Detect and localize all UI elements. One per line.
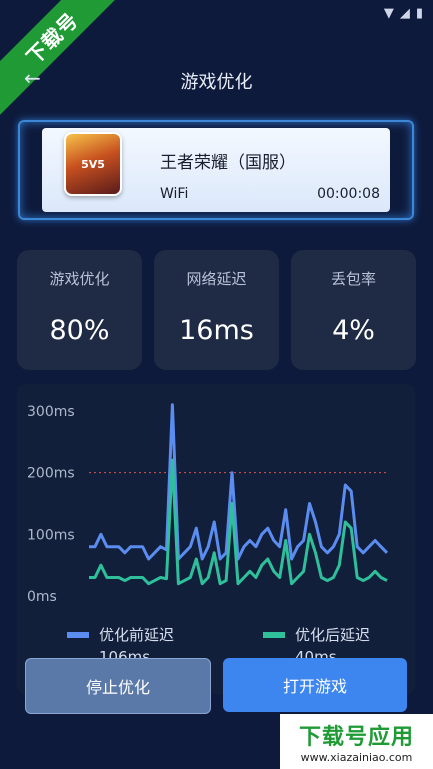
stat-label: 游戏优化: [49, 270, 110, 288]
y-tick-label: 0ms: [27, 589, 57, 605]
stat-value: 4%: [332, 315, 375, 346]
stat-value: 16ms: [179, 315, 254, 346]
signal-icon: ◢: [399, 6, 410, 21]
y-tick-label: 200ms: [27, 466, 75, 482]
y-tick-label: 300ms: [27, 404, 75, 420]
stat-value: 80%: [49, 315, 110, 346]
header: ← 游戏优化: [0, 60, 433, 100]
stop-optimization-button[interactable]: 停止优化: [25, 658, 211, 714]
game-card-inner: 5V5 王者荣耀（国服） WiFi 00:00:08: [42, 128, 390, 212]
battery-icon: ▮: [415, 6, 423, 21]
status-icons: ▼ ◢ ▮: [384, 6, 423, 21]
latency-chart: 300ms 200ms 100ms 0ms: [27, 403, 389, 605]
y-tick-label: 100ms: [27, 527, 75, 543]
watermark-logo-url: www.xiazainiao.com: [300, 751, 413, 764]
elapsed-timer: 00:00:08: [317, 186, 380, 202]
page-title: 游戏优化: [180, 72, 253, 93]
legend-label-after: 优化后延迟: [295, 626, 371, 644]
legend-item-before: 优化前延迟: [67, 624, 174, 645]
open-game-button[interactable]: 打开游戏: [223, 658, 407, 712]
watermark-logo-title: 下载号应用: [298, 725, 414, 750]
latency-chart-panel: 300ms 200ms 100ms 0ms 优化前延迟 106ms 优化后延迟 40m…: [17, 384, 415, 694]
game-icon: 5V5: [64, 132, 122, 196]
game-name: 王者荣耀（国服）: [160, 153, 296, 173]
stat-card-optimization: 游戏优化 80%: [17, 250, 142, 370]
stat-label: 网络延迟: [186, 270, 247, 288]
stat-label: 丢包率: [330, 270, 376, 288]
watermark-logo: 下载号应用 www.xiazainiao.com: [280, 714, 433, 769]
legend-swatch-after: [263, 631, 285, 638]
legend-label-before: 优化前延迟: [99, 626, 175, 644]
game-card: 5V5 王者荣耀（国服） WiFi 00:00:08: [18, 120, 414, 220]
wifi-icon: ▼: [383, 6, 394, 21]
stat-card-latency: 网络延迟 16ms: [154, 250, 279, 370]
legend-item-after: 优化后延迟: [263, 624, 370, 645]
stat-card-packet-loss: 丢包率 4%: [291, 250, 416, 370]
legend-swatch-before: [67, 631, 89, 638]
network-type: WiFi: [160, 186, 189, 202]
